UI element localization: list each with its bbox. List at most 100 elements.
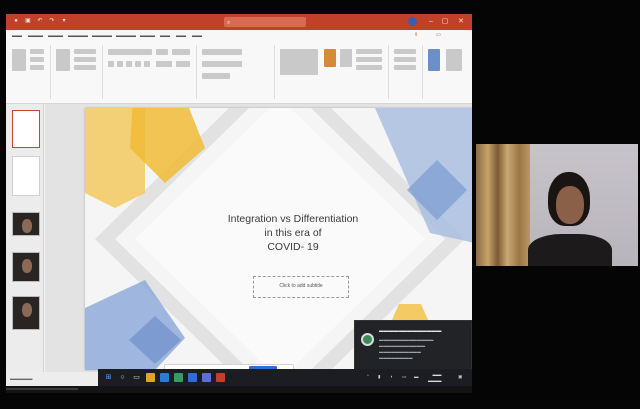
share-icon[interactable]: ⇪ — [414, 32, 418, 38]
shapes-gallery[interactable] — [280, 49, 318, 75]
tab-animations[interactable]: ▬▬▬▬ — [116, 33, 136, 39]
shadow-button[interactable] — [144, 61, 150, 67]
notification-body: ▬▬▬▬▬▬▬▬▬▬▬▬▬ ▬▬▬▬▬▬▬▬▬▬▬ ▬▬▬▬▬▬▬▬▬▬ ▬▬▬▬▬▬… — [379, 337, 434, 360]
subtitle-placeholder[interactable]: Click to add subtitle — [253, 276, 349, 298]
underline-button[interactable] — [126, 61, 132, 67]
tab-file[interactable]: ▬▬ — [12, 33, 22, 39]
tray-chevron-icon[interactable]: ⌃ — [366, 374, 370, 380]
tab-transitions[interactable]: ▬▬▬▬ — [92, 33, 112, 39]
reset-button[interactable] — [74, 57, 96, 62]
cut-button[interactable] — [30, 49, 44, 54]
tab-view[interactable]: ▬▬ — [176, 33, 186, 39]
thumbnail-slide-3[interactable] — [12, 212, 40, 236]
slide-title-placeholder[interactable]: Integration vs Differentiation in this e… — [223, 212, 363, 254]
layout-button[interactable] — [74, 49, 96, 54]
font-size-select[interactable] — [156, 49, 168, 55]
comments-icon[interactable]: ▭ — [436, 32, 441, 38]
section-button[interactable] — [74, 65, 96, 70]
thumbnail-slide-2[interactable] — [12, 156, 40, 196]
thumbnail-slide-4[interactable] — [12, 252, 40, 282]
arrange-button[interactable] — [324, 49, 336, 67]
group-divider — [196, 45, 197, 99]
task-view-icon[interactable]: ▭ — [132, 373, 141, 382]
thumbnail-slide-5[interactable] — [12, 296, 40, 330]
webcam-person-body — [528, 234, 612, 266]
taskbar-clock[interactable]: ▬▬ ▬▬▬ — [428, 372, 442, 383]
find-button[interactable] — [394, 49, 416, 54]
new-slide-button[interactable] — [56, 49, 70, 71]
webcam-video-tile[interactable] — [476, 144, 638, 266]
thumbnail-photo — [22, 259, 32, 273]
autosave-icon[interactable]: ● — [12, 17, 20, 26]
tab-help[interactable]: ▬▬ — [192, 33, 202, 39]
bullets-numbering[interactable] — [202, 49, 242, 55]
start-icon[interactable]: ⊞ — [104, 373, 113, 382]
battery-icon[interactable]: ▭ — [402, 374, 406, 380]
volume-icon[interactable]: ◖ — [390, 374, 393, 379]
ribbon-tabs: ▬▬ ▬▬▬ ▬▬▬ ▬▬▬▬ ▬▬▬▬ ▬▬▬▬ ▬▬▬ ▬▬ ▬▬ ▬▬ ⇪… — [6, 30, 472, 41]
select-button[interactable] — [394, 65, 416, 70]
ribbon — [6, 41, 472, 104]
meeting-window: ● ▣ ↶ ↷ ▾ ⌕ – ▢ ✕ ▬▬ ▬▬▬ ▬▬▬ ▬▬▬▬ ▬▬▬▬ ▬… — [0, 0, 640, 409]
tab-design[interactable]: ▬▬▬▬ — [68, 33, 88, 39]
mail-icon[interactable] — [188, 373, 197, 382]
save-icon[interactable]: ▣ — [24, 17, 32, 26]
shape-fill-button[interactable] — [356, 49, 382, 54]
strikethrough-button[interactable] — [135, 61, 141, 67]
text-direction-button[interactable] — [202, 73, 230, 79]
undo-icon[interactable]: ↶ — [36, 17, 44, 26]
share-bottom-edge — [6, 386, 472, 393]
network-icon[interactable]: ▮ — [378, 374, 380, 380]
copy-button[interactable] — [30, 57, 44, 62]
dictate-button[interactable] — [428, 49, 440, 71]
group-divider — [422, 45, 423, 99]
windows-taskbar: ⊞ ○ ▭ ⌃ ▮ ◖ ▭ ▬ ▬▬ ▬▬▬ ▣ — [98, 369, 472, 386]
minimize-icon[interactable]: – — [426, 16, 436, 27]
alignment-buttons[interactable] — [202, 61, 242, 67]
group-divider — [388, 45, 389, 99]
quick-styles-button[interactable] — [340, 49, 352, 67]
maximize-icon[interactable]: ▢ — [440, 16, 450, 27]
action-center-icon[interactable]: ▣ — [458, 374, 462, 380]
slide-title-line-2: in this era of — [264, 227, 322, 239]
tab-home[interactable]: ▬▬▬ — [28, 33, 43, 39]
bold-button[interactable] — [108, 61, 114, 67]
browser-icon[interactable] — [160, 373, 169, 382]
search-icon: ⌕ — [227, 20, 231, 26]
highlight-button[interactable] — [176, 61, 190, 67]
powerpoint-titlebar: ● ▣ ↶ ↷ ▾ ⌕ – ▢ ✕ — [6, 14, 472, 30]
notification-title: ▬▬▬▬▬▬▬▬▬▬▬▬▬ — [379, 329, 442, 334]
replace-button[interactable] — [394, 57, 416, 62]
thumbnail-slide-1[interactable] — [12, 110, 40, 148]
thumbnail-photo — [22, 219, 32, 233]
shape-outline-button[interactable] — [356, 57, 382, 62]
avatar[interactable] — [408, 17, 417, 26]
tab-review[interactable]: ▬▬ — [160, 33, 170, 39]
slide-counter: ▬▬▬▬▬ — [10, 376, 33, 381]
font-family-select[interactable] — [108, 49, 152, 55]
format-painter-button[interactable] — [30, 65, 44, 70]
search-box[interactable]: ⌕ — [224, 17, 306, 27]
design-ideas-button[interactable] — [446, 49, 462, 71]
tab-slideshow[interactable]: ▬▬▬ — [140, 33, 155, 39]
language-indicator[interactable]: ▬ — [414, 374, 419, 379]
close-icon[interactable]: ✕ — [456, 16, 466, 27]
thumbnail-photo — [22, 303, 32, 317]
font-grow-shrink[interactable] — [172, 49, 190, 55]
shape-effects-button[interactable] — [356, 65, 382, 70]
font-color-button[interactable] — [156, 61, 172, 67]
tab-insert[interactable]: ▬▬▬ — [48, 33, 63, 39]
meeting-app-icon[interactable] — [202, 373, 211, 382]
share-progress-strip — [6, 388, 78, 390]
store-icon[interactable] — [174, 373, 183, 382]
paste-button[interactable] — [12, 49, 26, 71]
customize-qat-icon[interactable]: ▾ — [60, 17, 68, 26]
slide-title-line-1: Integration vs Differentiation — [227, 213, 359, 225]
webcam-curtain — [476, 144, 530, 266]
powerpoint-taskbar-icon[interactable] — [216, 373, 225, 382]
file-explorer-icon[interactable] — [146, 373, 155, 382]
redo-icon[interactable]: ↷ — [48, 17, 56, 26]
group-divider — [102, 45, 103, 99]
italic-button[interactable] — [117, 61, 123, 67]
search-icon[interactable]: ○ — [118, 373, 127, 382]
